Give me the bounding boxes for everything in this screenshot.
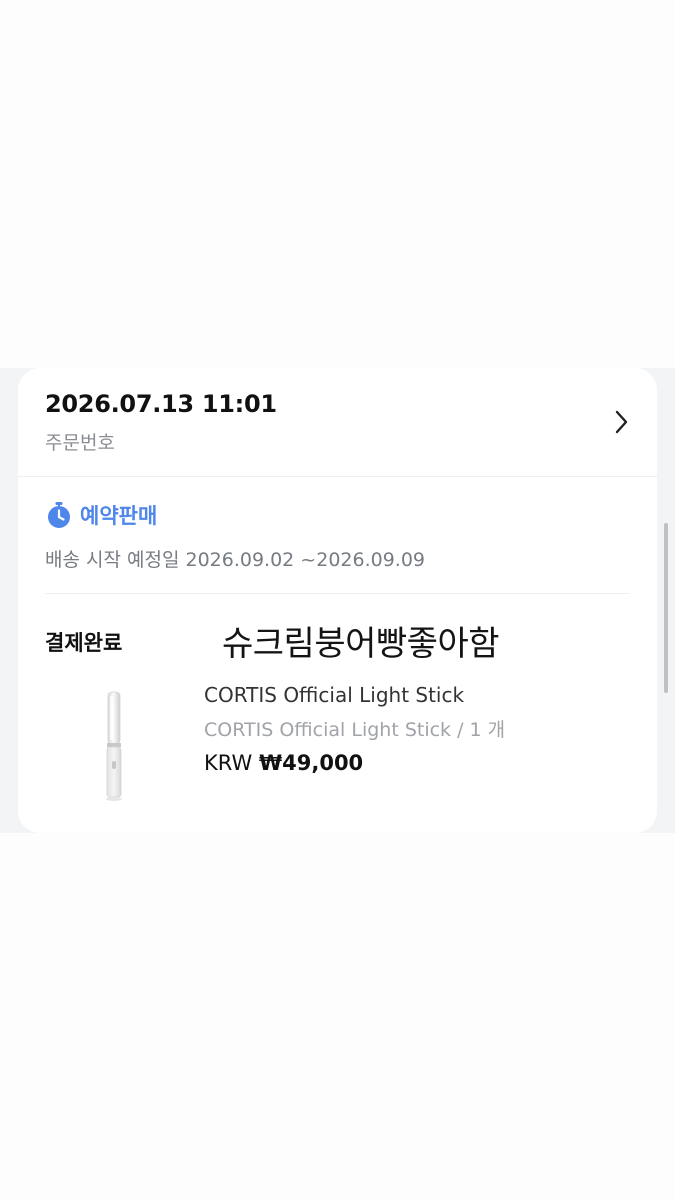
divider (18, 476, 657, 477)
preorder-label: 예약판매 (80, 504, 158, 528)
chevron-right-icon[interactable] (611, 408, 631, 436)
payment-status: 결제완료 (45, 631, 123, 655)
product-name[interactable]: CORTIS Official Light Stick (204, 683, 464, 707)
preorder-badge: 예약판매 (46, 501, 157, 529)
light-stick-image[interactable] (63, 686, 163, 806)
stopwatch-icon (48, 502, 70, 528)
shipping-start-date: 배송 시작 예정일 2026.09.02 ~2026.09.09 (45, 549, 426, 571)
order-card[interactable]: 2026.07.13 11:01 주문번호 예약판매 배송 시작 예정일 202… (18, 368, 657, 833)
order-number-label: 주문번호 (45, 432, 115, 454)
overlay-caption: 슈크림붕어빵좋아함 (222, 624, 500, 664)
divider (45, 593, 629, 594)
price-amount: ₩49,000 (258, 751, 364, 775)
price-currency: KRW (204, 751, 253, 775)
order-datetime: 2026.07.13 11:01 (45, 390, 277, 418)
product-option: CORTIS Official Light Stick / 1 개 (204, 719, 506, 741)
product-price: KRW ₩49,000 (204, 751, 363, 775)
scrollbar[interactable] (664, 523, 668, 693)
